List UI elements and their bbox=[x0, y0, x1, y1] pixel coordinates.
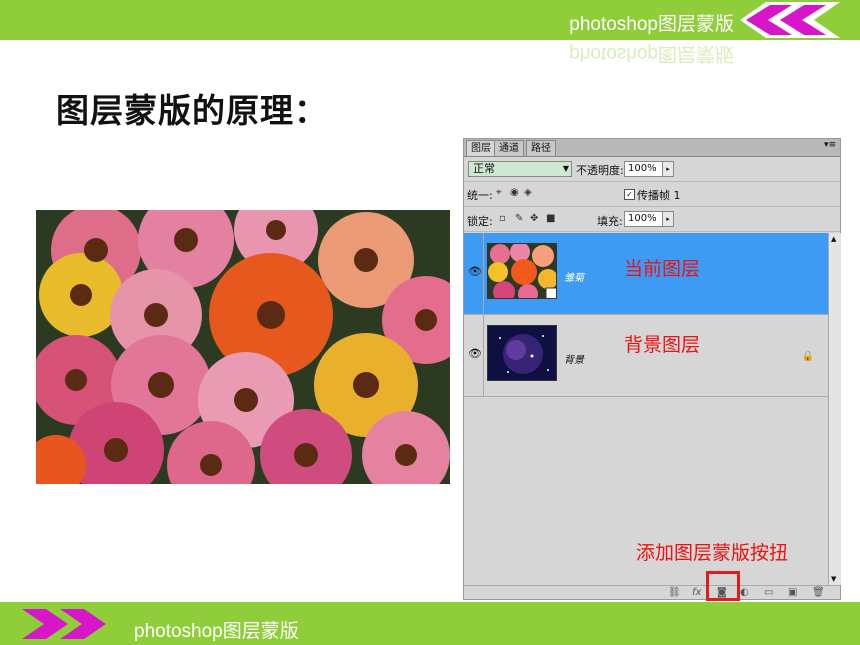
annotation-add-mask-button: 添加图层蒙版按扭 bbox=[636, 542, 789, 564]
blend-mode-value: 正常 bbox=[473, 162, 495, 175]
layers-panel: 图层 通道 路径 ▾≡ 正常 ▼ 不透明度: 100% ▸ 统一: ⌖ ◉ ◈ … bbox=[463, 138, 841, 600]
unify-row: 统一: ⌖ ◉ ◈ ✓ 传播帧 1 bbox=[464, 182, 840, 207]
panel-menu-icon[interactable]: ▾≡ bbox=[824, 140, 836, 150]
flower-photo bbox=[36, 210, 450, 484]
header-title: photoshop图层蒙版 bbox=[569, 14, 734, 35]
blend-mode-select[interactable]: 正常 ▼ bbox=[468, 161, 572, 177]
visibility-toggle[interactable]: 👁 bbox=[464, 233, 484, 314]
lock-icon: 🔒 bbox=[801, 351, 814, 362]
propagate-label: 传播帧 1 bbox=[637, 189, 681, 202]
new-group-icon[interactable]: ▭ bbox=[764, 587, 773, 598]
tab-channels[interactable]: 通道 bbox=[494, 140, 524, 156]
scroll-up-icon[interactable]: ▲ bbox=[831, 235, 836, 243]
annotation-current-layer: 当前图层 bbox=[624, 258, 701, 280]
slide-heading: 图层蒙版的原理： bbox=[56, 91, 328, 130]
header-title-reflection: photoshop图层蒙版 bbox=[569, 43, 734, 64]
new-layer-icon[interactable]: ▣ bbox=[788, 587, 797, 598]
bottom-banner bbox=[0, 602, 860, 645]
layer-name-daisy[interactable]: 雏菊 bbox=[564, 269, 584, 284]
lock-all-icon[interactable]: ■ bbox=[546, 213, 555, 224]
layers-scrollbar[interactable]: ▲ ▼ bbox=[828, 233, 841, 585]
tab-paths[interactable]: 路径 bbox=[526, 140, 556, 156]
annotation-background-layer: 背景图层 bbox=[624, 334, 701, 356]
propagate-checkbox[interactable]: ✓ bbox=[624, 189, 635, 200]
chevron-left-icon bbox=[740, 2, 840, 38]
link-layers-icon[interactable]: ⛓ bbox=[668, 587, 681, 598]
eye-icon: 👁 bbox=[468, 265, 482, 278]
lock-transparent-icon[interactable]: ▫ bbox=[499, 213, 506, 224]
chevron-down-icon: ▼ bbox=[562, 164, 569, 173]
layer-thumbnail-background bbox=[487, 325, 557, 381]
opacity-stepper[interactable]: ▸ bbox=[662, 161, 674, 177]
highlight-box bbox=[706, 571, 740, 601]
unify-label: 统一: bbox=[467, 189, 493, 202]
adjustment-layer-icon[interactable]: ◐ bbox=[740, 587, 749, 598]
lock-row: 锁定: ▫ ✎ ✥ ■ 填充: 100% ▸ bbox=[464, 207, 840, 232]
lock-move-icon[interactable]: ✥ bbox=[530, 213, 538, 224]
layers-list: 👁 雏菊 👁 背景 🔒 bbox=[464, 233, 828, 585]
fill-stepper[interactable]: ▸ bbox=[662, 211, 674, 227]
scroll-down-icon[interactable]: ▼ bbox=[831, 575, 836, 583]
unify-style-icon[interactable]: ◈ bbox=[524, 187, 532, 198]
opacity-label: 不透明度: bbox=[576, 164, 624, 177]
layer-style-icon[interactable]: fx bbox=[692, 587, 701, 598]
delete-layer-icon[interactable]: 🗑 bbox=[812, 587, 825, 598]
chevron-right-icon bbox=[22, 609, 106, 639]
eye-icon: 👁 bbox=[468, 347, 482, 360]
unify-position-icon[interactable]: ⌖ bbox=[496, 187, 502, 198]
lock-label: 锁定: bbox=[467, 215, 493, 228]
blend-row: 正常 ▼ 不透明度: 100% ▸ bbox=[464, 157, 840, 182]
layer-thumbnail-daisy bbox=[487, 243, 557, 299]
visibility-toggle[interactable]: 👁 bbox=[464, 315, 484, 396]
layer-name-background[interactable]: 背景 bbox=[564, 351, 584, 366]
layers-bottom-toolbar: ⛓ fx ◙ ◐ ▭ ▣ 🗑 bbox=[464, 585, 840, 601]
unify-visibility-icon[interactable]: ◉ bbox=[510, 187, 519, 198]
panel-tabbar: 图层 通道 路径 ▾≡ bbox=[464, 139, 840, 157]
fill-label: 填充: bbox=[597, 215, 623, 228]
tab-layers[interactable]: 图层 bbox=[466, 140, 496, 156]
footer-title: photoshop图层蒙版 bbox=[134, 621, 299, 642]
lock-paint-icon[interactable]: ✎ bbox=[515, 213, 523, 224]
